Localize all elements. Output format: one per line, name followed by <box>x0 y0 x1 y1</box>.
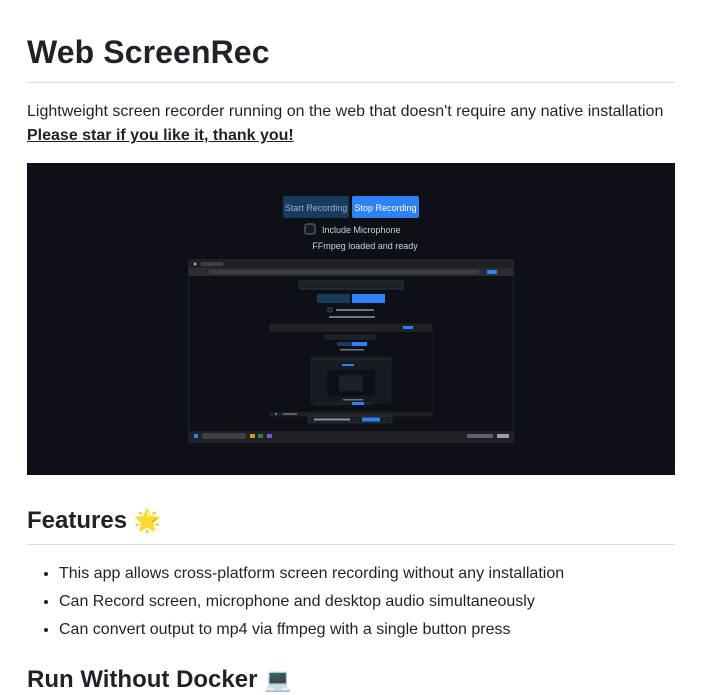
features-divider <box>27 544 675 545</box>
description-block: Lightweight screen recorder running on t… <box>27 100 675 148</box>
status-label: FFmpeg loaded and ready <box>312 241 418 251</box>
run-heading-text: Run Without Docker <box>27 666 258 693</box>
nested-browser-window <box>188 259 514 443</box>
demo-screenshot-svg: Start Recording Stop Recording Include M… <box>27 163 675 475</box>
microphone-label: Include Microphone <box>322 225 401 235</box>
star-link[interactable]: Please star if you like it, thank you! <box>27 127 294 144</box>
run-without-docker-heading: Run Without Docker 💻 <box>27 665 292 695</box>
features-heading: Features 🌟 <box>27 506 161 536</box>
list-item: This app allows cross-platform screen re… <box>59 560 564 588</box>
laptop-icon: 💻 <box>264 667 292 692</box>
title-divider <box>27 82 675 83</box>
sparkle-star-icon: 🌟 <box>133 508 162 533</box>
list-item: Can Record screen, microphone and deskto… <box>59 588 564 616</box>
description-text: Lightweight screen recorder running on t… <box>27 103 664 120</box>
stop-recording-label: Stop Recording <box>354 203 416 213</box>
page-title: Web ScreenRec <box>27 34 270 70</box>
demo-screenshot: Start Recording Stop Recording Include M… <box>27 163 675 475</box>
features-heading-text: Features <box>27 507 128 534</box>
features-list: This app allows cross-platform screen re… <box>27 560 564 644</box>
list-item: Can convert output to mp4 via ffmpeg wit… <box>59 616 564 644</box>
microphone-checkbox <box>304 223 316 235</box>
start-recording-label: Start Recording <box>285 203 348 213</box>
